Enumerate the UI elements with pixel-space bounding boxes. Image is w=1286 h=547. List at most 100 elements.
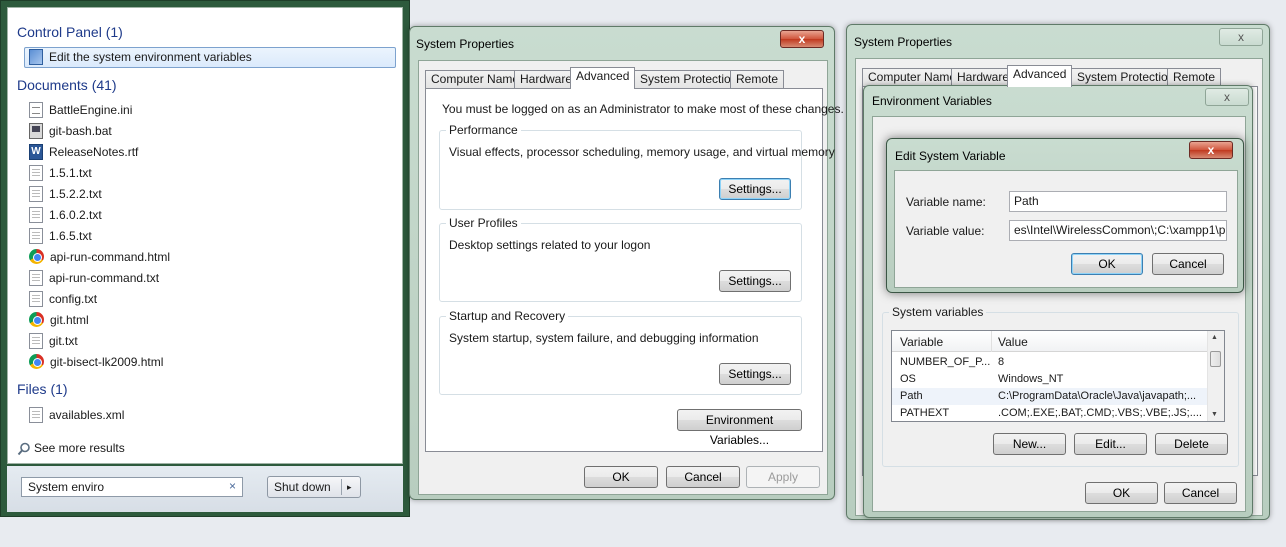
column-value[interactable]: Value	[998, 335, 1028, 349]
window-title: Edit System Variable	[895, 149, 1006, 163]
value-cell: 8	[998, 356, 1005, 368]
group-header-documents: Documents (41)	[17, 77, 117, 93]
group-header-files: Files (1)	[17, 381, 68, 397]
result-label: 1.5.2.2.txt	[49, 187, 102, 201]
text-file-icon	[29, 185, 43, 202]
result-battleengine-ini[interactable]: BattleEngine.ini	[29, 100, 132, 121]
see-more-label: See more results	[34, 441, 125, 455]
list-header: Variable Value	[892, 331, 1208, 352]
environment-variables-button[interactable]: Environment Variables...	[677, 409, 802, 447]
result-1-6-5-txt[interactable]: 1.6.5.txt	[29, 226, 92, 247]
result-git-bisect-html[interactable]: git-bisect-lk2009.html	[29, 352, 163, 373]
result-availables-xml[interactable]: availables.xml	[29, 405, 124, 426]
scroll-thumb[interactable]	[1210, 351, 1221, 367]
value-cell: C:\ProgramData\Oracle\Java\javapath;...	[998, 390, 1197, 402]
cancel-button[interactable]: Cancel	[1164, 482, 1237, 504]
variable-name-field[interactable]: Path	[1009, 191, 1227, 212]
result-label: 1.5.1.txt	[49, 166, 92, 180]
cancel-button[interactable]: Cancel	[1152, 253, 1224, 275]
edit-system-variable-dialog: Edit System Variable x Variable name: Pa…	[886, 138, 1244, 293]
start-search-input[interactable]: System enviro ×	[21, 477, 243, 497]
tab-advanced[interactable]: Advanced	[1007, 65, 1073, 87]
result-1-5-1-txt[interactable]: 1.5.1.txt	[29, 163, 92, 184]
result-git-bash-bat[interactable]: git-bash.bat	[29, 121, 112, 142]
result-git-html[interactable]: git.html	[29, 310, 89, 331]
scroll-up-icon[interactable]: ▲	[1211, 334, 1218, 341]
tab-remote[interactable]: Remote	[730, 70, 785, 89]
close-icon[interactable]: x	[1189, 141, 1233, 159]
advanced-tab-panel: You must be logged on as an Administrato…	[425, 88, 844, 452]
clear-search-icon[interactable]: ×	[229, 479, 236, 493]
result-label: BattleEngine.ini	[49, 103, 133, 117]
edit-variable-button[interactable]: Edit...	[1074, 433, 1147, 455]
performance-title: Performance	[446, 123, 521, 137]
result-config-txt[interactable]: config.txt	[29, 289, 97, 310]
shutdown-button[interactable]: Shut down ▸	[267, 476, 361, 498]
close-icon[interactable]: x	[1205, 88, 1249, 106]
see-more-results-link[interactable]: See more results	[17, 438, 125, 459]
text-file-icon	[29, 290, 43, 307]
performance-group: Performance Visual effects, processor sc…	[439, 123, 835, 210]
startup-recovery-settings-button[interactable]: Settings...	[719, 363, 791, 385]
user-profiles-settings-button[interactable]: Settings...	[719, 270, 791, 292]
user-profiles-desc: Desktop settings related to your logon	[449, 238, 651, 252]
table-row[interactable]: Path C:\ProgramData\Oracle\Java\javapath…	[892, 388, 1208, 405]
variable-value-label: Variable value:	[906, 224, 985, 238]
column-variable[interactable]: Variable	[900, 335, 943, 349]
result-label: git.html	[50, 313, 89, 327]
startup-recovery-group: Startup and Recovery System startup, sys…	[439, 309, 802, 395]
tab-advanced[interactable]: Advanced	[570, 67, 636, 89]
result-releasenotes-rtf[interactable]: W ReleaseNotes.rtf	[29, 142, 138, 163]
value-cell: Windows_NT	[998, 373, 1064, 385]
result-1-6-0-2-txt[interactable]: 1.6.0.2.txt	[29, 205, 102, 226]
close-icon[interactable]: x	[780, 30, 824, 48]
table-row[interactable]: NUMBER_OF_P... 8	[892, 354, 1208, 371]
variable-cell: OS	[900, 373, 916, 385]
result-label: api-run-command.html	[50, 250, 171, 264]
value-cell: .COM;.EXE;.BAT;.CMD;.VBS;.VBE;.JS;....	[998, 407, 1202, 419]
result-label: git.txt	[49, 334, 78, 348]
user-profiles-title: User Profiles	[446, 216, 521, 230]
table-row[interactable]: PATHEXT .COM;.EXE;.BAT;.CMD;.VBS;.VBE;.J…	[892, 405, 1208, 421]
tab-system-protection[interactable]: System Protection	[634, 70, 744, 89]
performance-settings-button[interactable]: Settings...	[719, 178, 791, 200]
chrome-icon	[29, 312, 44, 328]
text-file-icon	[29, 206, 43, 223]
delete-variable-button[interactable]: Delete	[1155, 433, 1228, 455]
window-title: System Properties	[854, 35, 953, 49]
new-variable-button[interactable]: New...	[993, 433, 1066, 455]
result-api-run-command-txt[interactable]: api-run-command.txt	[29, 268, 159, 289]
performance-desc: Visual effects, processor scheduling, me…	[449, 145, 835, 159]
text-file-icon	[29, 406, 43, 423]
shutdown-options-arrow-icon[interactable]: ▸	[347, 477, 352, 497]
scroll-down-icon[interactable]: ▼	[1211, 411, 1218, 418]
result-git-txt[interactable]: git.txt	[29, 331, 78, 352]
result-label: availables.xml	[49, 408, 125, 422]
bat-file-icon	[29, 122, 43, 139]
ok-button[interactable]: OK	[584, 466, 658, 488]
text-file-icon	[29, 332, 43, 349]
system-variables-list[interactable]: Variable Value NUMBER_OF_P... 8 OS Windo…	[891, 330, 1225, 422]
close-icon[interactable]: x	[1219, 28, 1263, 46]
tab-hardware[interactable]: Hardware	[514, 70, 579, 89]
control-panel-icon	[29, 48, 43, 65]
list-scrollbar[interactable]: ▲ ▼	[1207, 331, 1224, 421]
result-edit-env-vars[interactable]: Edit the system environment variables	[29, 47, 252, 68]
tab-computer-name[interactable]: Computer Name	[425, 70, 526, 89]
ini-file-icon	[29, 101, 43, 118]
variable-value-field[interactable]: es\Intel\WirelessCommon\;C:\xampp1\php	[1009, 220, 1227, 241]
result-api-run-command-html[interactable]: api-run-command.html	[29, 247, 170, 268]
apply-button[interactable]: Apply	[746, 466, 820, 488]
result-label: api-run-command.txt	[49, 271, 160, 285]
result-1-5-2-2-txt[interactable]: 1.5.2.2.txt	[29, 184, 102, 205]
ok-button[interactable]: OK	[1085, 482, 1158, 504]
window-title: System Properties	[416, 37, 515, 51]
table-row[interactable]: OS Windows_NT	[892, 371, 1208, 388]
ok-button[interactable]: OK	[1071, 253, 1143, 275]
cancel-button[interactable]: Cancel	[666, 466, 740, 488]
variable-cell: NUMBER_OF_P...	[900, 356, 991, 368]
result-label: config.txt	[49, 292, 98, 306]
window-title: Environment Variables	[872, 94, 992, 108]
variable-cell: PATHEXT	[900, 407, 950, 419]
result-label: git-bisect-lk2009.html	[50, 355, 164, 369]
